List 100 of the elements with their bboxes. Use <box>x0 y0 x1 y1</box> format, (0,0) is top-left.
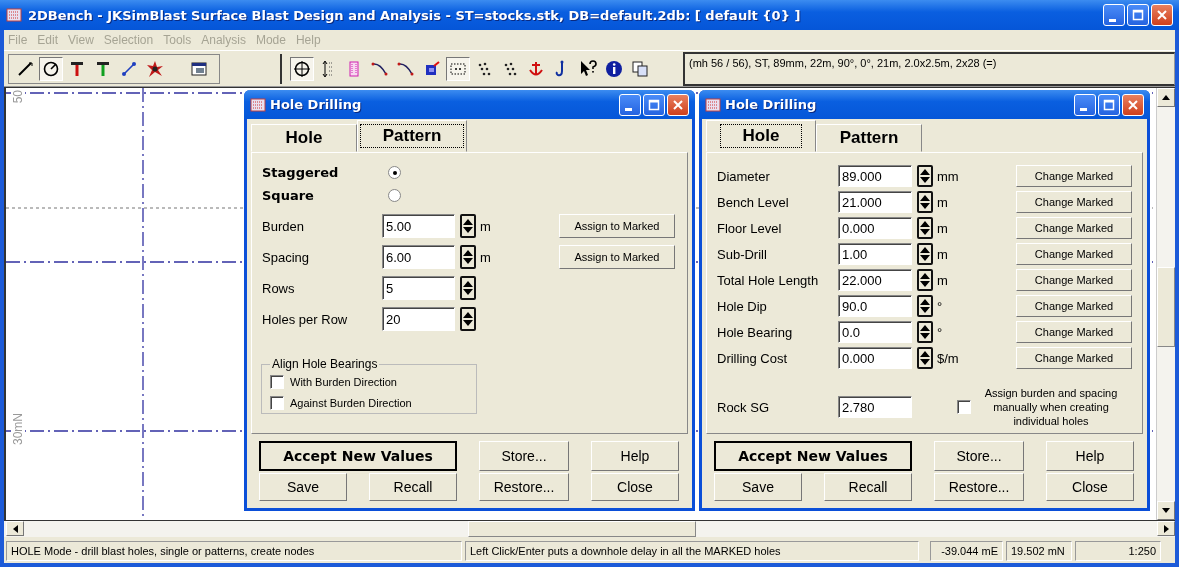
spin-button[interactable] <box>917 191 933 213</box>
tab[interactable]: Pattern <box>816 124 922 152</box>
unit-label: m <box>480 218 491 234</box>
minimize-button[interactable] <box>1103 4 1125 26</box>
input-field[interactable]: 20 <box>382 307 455 331</box>
crosshair-icon[interactable] <box>292 58 312 79</box>
scroll-up-button[interactable] <box>1157 88 1175 107</box>
input-field[interactable]: 5.00 <box>382 214 455 238</box>
up-down-arrows-icon <box>919 324 931 340</box>
close-icon <box>1127 98 1139 111</box>
input-field[interactable]: 2.780 <box>838 396 912 418</box>
maximize-button[interactable] <box>1098 93 1120 116</box>
radio-button[interactable] <box>388 189 401 202</box>
input-field[interactable]: 1.00 <box>838 243 912 265</box>
checkbox-label: Assign burden and spacing manually when creating individual holes <box>983 385 1119 429</box>
change-marked-button[interactable]: Change Marked <box>1016 243 1132 265</box>
group-title: Align Hole Bearings <box>271 357 379 371</box>
field-label: Sub-Drill <box>717 246 768 262</box>
checkbox[interactable] <box>270 374 284 389</box>
change-marked-button[interactable]: Change Marked <box>1016 269 1132 291</box>
spin-button[interactable] <box>460 307 476 331</box>
minimize-button[interactable] <box>619 93 641 116</box>
input-field[interactable]: 22.000 <box>838 269 912 291</box>
status-pane: -39.044 mE <box>930 541 1003 561</box>
copy-icon[interactable] <box>630 58 650 79</box>
spin-button[interactable] <box>917 243 933 265</box>
assign-button[interactable]: Assign to Marked <box>559 245 675 269</box>
dialog-button[interactable]: Store... <box>934 441 1024 471</box>
axis-label: 50 <box>11 90 25 104</box>
unit-label: m <box>480 249 491 265</box>
spin-button[interactable] <box>917 269 933 291</box>
status-pane: 1:250 <box>1075 541 1161 561</box>
input-field[interactable]: 0.0 <box>838 321 912 343</box>
dialog-button[interactable]: Recall <box>369 473 457 501</box>
spin-button[interactable] <box>917 295 933 317</box>
spin-button[interactable] <box>917 321 933 343</box>
close-button[interactable] <box>1122 93 1144 116</box>
radio-label: Staggered <box>262 165 340 180</box>
dialog-button[interactable]: Help <box>1046 441 1134 471</box>
window-title: 2DBench - JKSimBlast Surface Blast Design and Analysis - ST=stocks.stk, DB=default.2db: [ default {0} ] <box>28 7 801 23</box>
dialog-button[interactable]: Close <box>1046 473 1134 501</box>
dialog-button[interactable]: Restore... <box>479 473 569 501</box>
dialog-button[interactable]: Recall <box>824 473 912 501</box>
scroll-right-button[interactable] <box>1157 521 1175 536</box>
tab[interactable]: Pattern <box>357 120 467 152</box>
dialog-button[interactable]: Restore... <box>934 473 1024 501</box>
maximize-icon <box>1132 9 1144 21</box>
input-field[interactable]: 6.00 <box>382 245 455 269</box>
checkbox[interactable] <box>270 395 284 410</box>
change-marked-button[interactable]: Change Marked <box>1016 321 1132 343</box>
tab[interactable]: Hole <box>706 120 816 152</box>
close-button[interactable] <box>667 93 689 116</box>
scroll-left-button[interactable] <box>6 521 24 536</box>
status-pane: Left Click/Enter puts a downhole delay in all the MARKED holes <box>465 541 919 561</box>
vertical-scrollbar[interactable] <box>1156 88 1175 520</box>
scroll-thumb[interactable] <box>468 521 696 537</box>
scroll-thumb[interactable] <box>1157 267 1175 347</box>
checkbox[interactable] <box>957 400 971 414</box>
maximize-button[interactable] <box>643 93 665 116</box>
spin-button[interactable] <box>460 214 476 238</box>
radio-button[interactable] <box>388 166 401 179</box>
input-field[interactable]: 90.0 <box>838 295 912 317</box>
assign-button[interactable]: Assign to Marked <box>559 214 675 238</box>
dialog-button[interactable]: Save <box>259 473 347 501</box>
change-marked-button[interactable]: Change Marked <box>1016 191 1132 213</box>
up-down-arrows-icon <box>919 350 931 366</box>
info-icon[interactable] <box>604 58 624 79</box>
dialog-button[interactable]: Accept New Values <box>714 441 912 471</box>
change-marked-button[interactable]: Change Marked <box>1016 165 1132 187</box>
scroll-down-button[interactable] <box>1157 501 1175 520</box>
close-button[interactable] <box>1151 4 1173 26</box>
input-field[interactable]: 0.000 <box>838 347 912 369</box>
dialog-button[interactable]: Save <box>714 473 802 501</box>
minimize-button[interactable] <box>1074 93 1096 116</box>
spin-button[interactable] <box>917 217 933 239</box>
app-icon <box>705 96 721 113</box>
dialog-button[interactable]: Store... <box>479 441 569 471</box>
input-field[interactable]: 0.000 <box>838 217 912 239</box>
change-marked-button[interactable]: Change Marked <box>1016 217 1132 239</box>
dialog-button[interactable]: Close <box>591 473 679 501</box>
spin-button[interactable] <box>917 165 933 187</box>
change-marked-button[interactable]: Change Marked <box>1016 347 1132 369</box>
change-marked-button[interactable]: Change Marked <box>1016 295 1132 317</box>
up-down-arrows-icon <box>919 168 931 184</box>
spin-button[interactable] <box>460 276 476 300</box>
unit-label: m <box>937 246 948 262</box>
spin-button[interactable] <box>917 347 933 369</box>
spin-button[interactable] <box>460 245 476 269</box>
input-field[interactable]: 21.000 <box>838 191 912 213</box>
dialog-button[interactable]: Accept New Values <box>259 441 457 471</box>
input-field[interactable]: 5 <box>382 276 455 300</box>
dialog-button[interactable]: Help <box>591 441 679 471</box>
status-pane: 19.502 mN <box>1006 541 1072 561</box>
maximize-button[interactable] <box>1127 4 1149 26</box>
up-down-arrows-icon <box>919 298 931 314</box>
tab[interactable]: Hole <box>251 124 357 152</box>
help-icon[interactable] <box>578 58 598 79</box>
input-field[interactable]: 89.000 <box>838 165 912 187</box>
horizontal-scrollbar[interactable] <box>4 520 1175 537</box>
up-down-arrows-icon <box>919 194 931 210</box>
